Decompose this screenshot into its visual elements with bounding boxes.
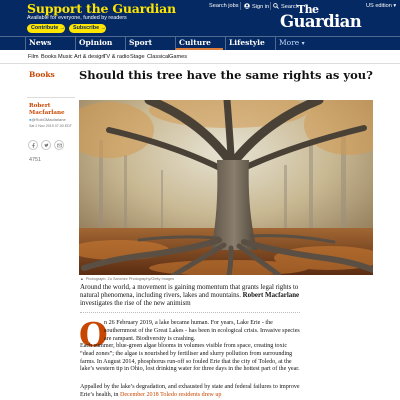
hero-image	[79, 100, 373, 275]
primary-nav: News Opinion Sport Culture Lifestyle Mor…	[0, 36, 400, 50]
twitter-icon	[44, 143, 49, 147]
standfirst: Around the world, a movement is gaining …	[80, 284, 300, 309]
subnav-tv-radio[interactable]: TV & radio	[103, 54, 129, 60]
masthead: Support the Guardian Available for every…	[0, 0, 400, 36]
contribute-button[interactable]: Contribute →	[27, 24, 65, 33]
share-buttons	[28, 140, 64, 150]
chevron-down-icon: ▾	[301, 40, 305, 47]
twitter-handle[interactable]: ●@RobGMacfarlane	[29, 117, 66, 122]
chevron-down-icon: ▾	[393, 3, 397, 9]
nav-more[interactable]: More ▾	[275, 37, 305, 50]
nav-news[interactable]: News	[25, 37, 73, 50]
share-count: 4751	[29, 157, 41, 163]
section-label[interactable]: Books	[29, 70, 55, 79]
subnav-film[interactable]: Film	[28, 54, 39, 60]
culture-subnav: Film Books Music Art & design TV & radio…	[0, 51, 400, 64]
subnav-art-design[interactable]: Art & design	[74, 54, 104, 60]
nav-culture[interactable]: Culture	[175, 37, 223, 50]
standfirst-author[interactable]: Robert Macfarlane	[243, 292, 299, 299]
sign-in-label: Sign in	[252, 4, 270, 10]
subnav-books[interactable]: Books	[41, 54, 57, 60]
column-divider	[27, 97, 75, 98]
standfirst-end: investigates the rise of the new animism	[80, 300, 191, 308]
image-caption: ▲ Photograph: Zu Sanchez Photography/Get…	[80, 277, 174, 281]
sign-in-link[interactable]: Sign in	[244, 3, 269, 11]
author-byline[interactable]: Robert Macfarlane	[29, 103, 75, 116]
camera-icon: ▲	[80, 277, 84, 281]
search-link[interactable]: Search	[273, 3, 299, 11]
twitter-handle-text: @RobGMacfarlane	[31, 117, 66, 122]
utility-divider	[240, 2, 241, 10]
support-subtitle: Available for everyone, funded by reader…	[27, 15, 127, 21]
edition-selector[interactable]: US edition ▾	[366, 3, 396, 9]
twitter-share-button[interactable]	[41, 140, 51, 150]
utility-divider	[270, 2, 271, 10]
subnav-stage[interactable]: Stage	[130, 54, 145, 60]
nav-lifestyle[interactable]: Lifestyle	[225, 37, 273, 50]
search-jobs-link[interactable]: Search jobs	[209, 3, 239, 9]
image-caption-text: Photograph: Zu Sanchez Photography/Getty…	[85, 277, 174, 281]
body-paragraph-1: Each summer, blue-green algae blooms in …	[80, 343, 300, 373]
subscribe-button[interactable]: Subscribe →	[69, 24, 106, 33]
logo-guardian: Guardian	[280, 12, 362, 31]
user-icon	[244, 3, 250, 11]
facebook-share-button[interactable]	[28, 140, 38, 150]
article-headline: Should this tree have the same rights as…	[79, 68, 373, 82]
edition-label: US edition	[366, 3, 392, 9]
standfirst-divider	[80, 312, 300, 313]
nav-more-label: More	[279, 38, 300, 47]
subnav-music[interactable]: Music	[58, 54, 73, 60]
support-title[interactable]: Support the Guardian	[27, 1, 176, 16]
facebook-icon	[31, 142, 35, 148]
article-link[interactable]: December 2018 Toledo residents drew up	[120, 392, 222, 398]
email-share-button[interactable]	[54, 140, 64, 150]
email-icon	[56, 143, 62, 147]
nav-sport[interactable]: Sport	[125, 37, 173, 50]
publish-date: Sat 2 Nov 2019 07.00 EDT	[29, 124, 72, 128]
subnav-games[interactable]: Games	[169, 54, 187, 60]
body-paragraph-2: Appalled by the lake’s degradation, and …	[80, 384, 300, 400]
nav-opinion[interactable]: Opinion	[75, 37, 123, 50]
subnav-classical[interactable]: Classical	[147, 54, 169, 60]
search-icon	[273, 3, 279, 11]
body-paragraph-1-lead: n 26 February 2019, a lake became human.…	[104, 320, 300, 342]
